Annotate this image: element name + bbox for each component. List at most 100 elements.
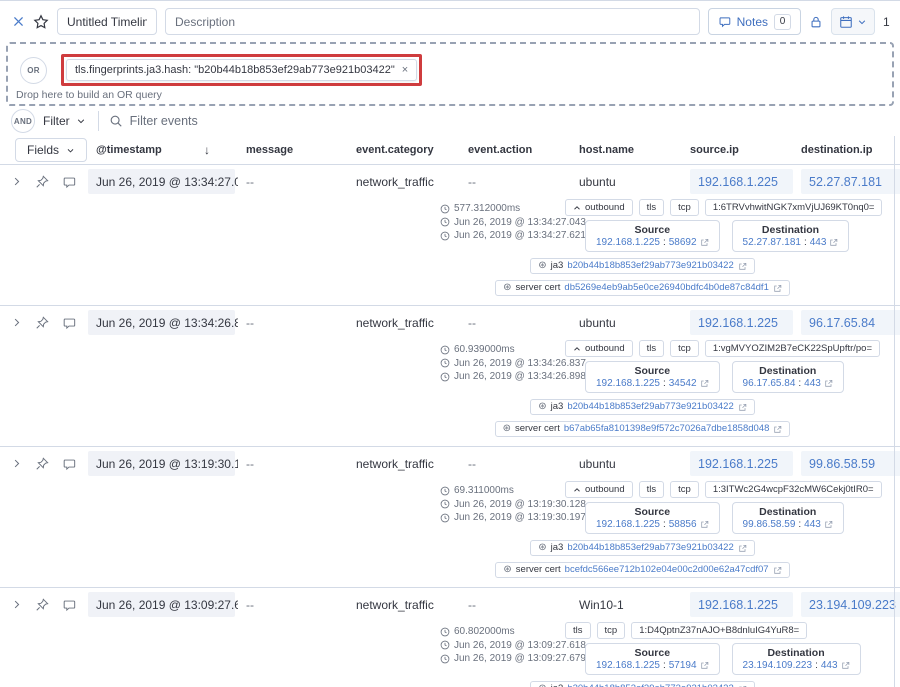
community-id-badge[interactable]: 1:D4QptnZ37nAJO+B8dnluIG4YuR8= — [631, 622, 808, 639]
destination-port-link[interactable]: 443 — [821, 660, 838, 671]
server-cert-badge[interactable]: ⊛ server cert db5269e4eb9ab5e0ce26940bdf… — [495, 280, 790, 296]
timestamp-value[interactable]: Jun 26, 2019 @ 13:19:30.128 — [88, 451, 238, 476]
server-cert-hash-link[interactable]: b67ab65fa8101398e9f572c7026a7dbe1858d048 — [564, 424, 770, 434]
timestamp-value[interactable]: Jun 26, 2019 @ 13:09:27.618 — [88, 592, 238, 617]
tls-badge[interactable]: tls — [638, 481, 665, 498]
ja3-badge[interactable]: ⊛ ja3 b20b44b18b853ef29ab773e921b03422 — [530, 540, 755, 556]
destination-ip-link[interactable]: 23.194.109.223 — [801, 592, 900, 617]
add-note-icon[interactable] — [62, 457, 76, 471]
destination-ip-port-link[interactable]: 96.17.65.84 — [743, 378, 796, 389]
ja3-hash-link[interactable]: b20b44b18b853ef29ab773e921b03422 — [567, 543, 733, 553]
popout-icon[interactable] — [829, 238, 838, 247]
column-header-source-ip[interactable]: source.ip — [682, 144, 793, 156]
popout-icon[interactable] — [773, 566, 782, 575]
add-note-icon[interactable] — [62, 175, 76, 189]
description-input[interactable] — [165, 8, 700, 35]
community-id-badge[interactable]: 1:3ITWc2G4wcpF32cMW6Cekj0tIR0= — [704, 481, 882, 498]
tls-badge[interactable]: tls — [565, 622, 591, 639]
destination-ip-port-link[interactable]: 23.194.109.223 — [743, 660, 813, 671]
source-ip-link[interactable]: 192.168.1.225 — [690, 169, 793, 194]
add-note-icon[interactable] — [62, 598, 76, 612]
expand-chevron-icon[interactable] — [11, 458, 22, 469]
ja3-badge[interactable]: ⊛ ja3 b20b44b18b853ef29ab773e921b03422 — [530, 399, 755, 415]
destination-ip-port-link[interactable]: 99.86.58.59 — [743, 519, 796, 530]
pin-icon[interactable] — [35, 315, 49, 330]
query-drop-zone[interactable]: OR tls.fingerprints.ja3.hash: "b20b44b18… — [6, 42, 894, 106]
popout-icon[interactable] — [841, 661, 850, 670]
popout-icon[interactable] — [738, 262, 747, 271]
source-ip-port-link[interactable]: 192.168.1.225 — [596, 660, 660, 671]
remove-filter-icon[interactable]: × — [402, 64, 408, 76]
tcp-badge[interactable]: tcp — [670, 481, 699, 498]
query-pill[interactable]: tls.fingerprints.ja3.hash: "b20b44b18b85… — [66, 59, 418, 81]
filter-type-dropdown[interactable]: Filter — [35, 114, 98, 128]
timeline-title-input[interactable] — [57, 8, 157, 35]
destination-port-link[interactable]: 443 — [810, 237, 827, 248]
community-id-badge[interactable]: 1:vgMVYOZIM2B7eCK22SpUpftr/po= — [704, 340, 881, 357]
source-port-link[interactable]: 34542 — [669, 378, 697, 389]
event-category-value[interactable]: network_traffic — [348, 175, 460, 189]
server-cert-hash-link[interactable]: db5269e4eb9ab5e0ce26940bdfc4b0de87c84df1 — [564, 283, 768, 293]
destination-ip-link[interactable]: 99.86.58.59 — [801, 451, 900, 476]
pin-icon[interactable] — [35, 597, 49, 612]
column-header-host-name[interactable]: host.name — [571, 144, 682, 156]
destination-ip-port-link[interactable]: 52.27.87.181 — [743, 237, 801, 248]
destination-ip-link[interactable]: 52.27.87.181 — [801, 169, 900, 194]
popout-icon[interactable] — [700, 238, 709, 247]
tcp-badge[interactable]: tcp — [596, 622, 626, 639]
timestamp-value[interactable]: Jun 26, 2019 @ 13:34:27.043 — [88, 169, 238, 194]
destination-port-link[interactable]: 443 — [804, 519, 821, 530]
lock-icon[interactable] — [809, 15, 823, 29]
tcp-badge[interactable]: tcp — [670, 340, 699, 357]
favorite-star-icon[interactable] — [33, 13, 49, 30]
popout-icon[interactable] — [773, 425, 782, 434]
timestamp-value[interactable]: Jun 26, 2019 @ 13:34:26.837 — [88, 310, 238, 335]
source-ip-link[interactable]: 192.168.1.225 — [690, 592, 793, 617]
source-port-link[interactable]: 58856 — [669, 519, 697, 530]
datepicker-button[interactable] — [831, 8, 875, 35]
host-name-value[interactable]: ubuntu — [571, 457, 682, 471]
source-port-link[interactable]: 58692 — [669, 237, 697, 248]
expand-chevron-icon[interactable] — [11, 317, 22, 328]
source-ip-link[interactable]: 192.168.1.225 — [690, 451, 793, 476]
server-cert-hash-link[interactable]: bcefdc566ee712b102e04e00c2d00e62a47cdf07 — [565, 565, 769, 575]
host-name-value[interactable]: ubuntu — [571, 316, 682, 330]
notes-button[interactable]: Notes 0 — [707, 8, 801, 35]
event-category-value[interactable]: network_traffic — [348, 457, 460, 471]
ja3-hash-link[interactable]: b20b44b18b853ef29ab773e921b03422 — [567, 402, 733, 412]
ja3-hash-link[interactable]: b20b44b18b853ef29ab773e921b03422 — [567, 261, 733, 271]
popout-icon[interactable] — [700, 379, 709, 388]
column-header-timestamp[interactable]: @timestamp ↓ — [88, 143, 238, 157]
source-ip-link[interactable]: 192.168.1.225 — [690, 310, 793, 335]
popout-icon[interactable] — [700, 520, 709, 529]
destination-port-link[interactable]: 443 — [804, 378, 821, 389]
pin-icon[interactable] — [35, 456, 49, 471]
ja3-badge[interactable]: ⊛ ja3 b20b44b18b853ef29ab773e921b03422 — [530, 681, 755, 687]
tcp-badge[interactable]: tcp — [670, 199, 699, 216]
popout-icon[interactable] — [824, 379, 833, 388]
column-header-destination-ip[interactable]: destination.ip — [793, 144, 900, 156]
expand-chevron-icon[interactable] — [11, 599, 22, 610]
column-header-message[interactable]: message — [238, 144, 348, 156]
expand-chevron-icon[interactable] — [11, 176, 22, 187]
popout-icon[interactable] — [738, 403, 747, 412]
column-header-event-category[interactable]: event.category — [348, 144, 460, 156]
event-category-value[interactable]: network_traffic — [348, 598, 460, 612]
destination-ip-link[interactable]: 96.17.65.84 — [801, 310, 900, 335]
tls-badge[interactable]: tls — [638, 340, 665, 357]
popout-icon[interactable] — [738, 544, 747, 553]
filter-events-input[interactable] — [129, 114, 894, 128]
popout-icon[interactable] — [824, 520, 833, 529]
outbound-badge[interactable]: outbound — [565, 199, 633, 216]
host-name-value[interactable]: ubuntu — [571, 175, 682, 189]
ja3-badge[interactable]: ⊛ ja3 b20b44b18b853ef29ab773e921b03422 — [530, 258, 755, 274]
column-header-event-action[interactable]: event.action — [460, 144, 571, 156]
outbound-badge[interactable]: outbound — [565, 340, 633, 357]
pin-icon[interactable] — [35, 174, 49, 189]
event-category-value[interactable]: network_traffic — [348, 316, 460, 330]
sort-descending-icon[interactable]: ↓ — [204, 143, 210, 157]
server-cert-badge[interactable]: ⊛ server cert b67ab65fa8101398e9f572c702… — [494, 421, 791, 437]
host-name-value[interactable]: Win10-1 — [571, 598, 682, 612]
close-icon[interactable] — [12, 15, 25, 28]
source-ip-port-link[interactable]: 192.168.1.225 — [596, 378, 660, 389]
